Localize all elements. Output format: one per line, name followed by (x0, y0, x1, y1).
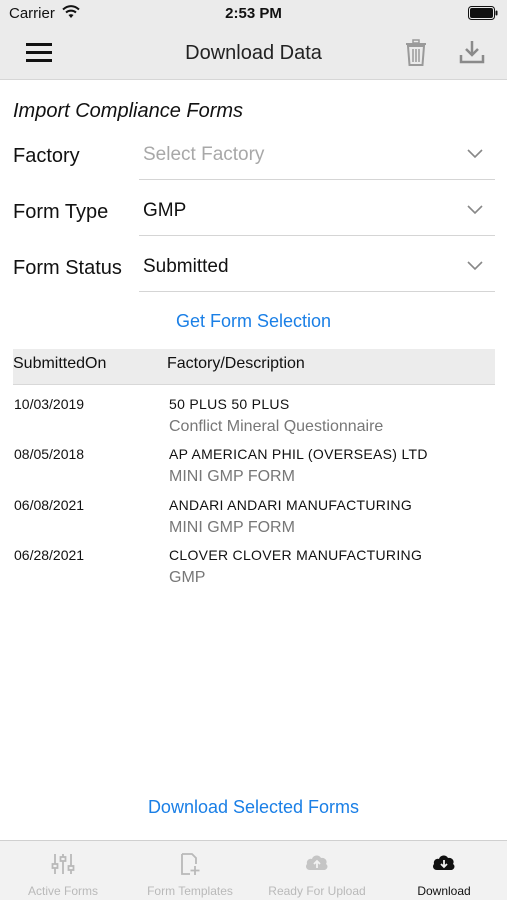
row-factory: ANDARI ANDARI MANUFACTURING (169, 497, 413, 513)
status-bar: Carrier 2:53 PM (0, 0, 507, 26)
tab-form-templates[interactable]: Form Templates (127, 841, 253, 900)
tab-label: Form Templates (147, 884, 233, 898)
clock: 2:53 PM (225, 5, 282, 22)
form-type-field[interactable]: Form Type GMP (0, 194, 507, 244)
tab-download[interactable]: Download (381, 841, 507, 900)
row-submitted-date: 10/03/2019 (14, 396, 85, 412)
row-description: Conflict Mineral Questionnaire (169, 418, 384, 435)
column-header-factory-description: Factory/Description (167, 355, 305, 372)
field-divider (139, 235, 495, 236)
battery-icon (468, 6, 498, 20)
cloud-upload-icon (306, 855, 328, 870)
form-status-select[interactable]: Submitted (143, 256, 229, 278)
table-row[interactable]: 08/05/2018 AP AMERICAN PHIL (OVERSEAS) L… (0, 446, 507, 496)
row-description: GMP (169, 569, 206, 586)
get-form-selection-button[interactable]: Get Form Selection (0, 311, 507, 332)
trash-icon[interactable] (403, 39, 429, 67)
table-row[interactable]: 10/03/2019 50 PLUS 50 PLUS Conflict Mine… (0, 396, 507, 446)
row-submitted-date: 06/28/2021 (14, 547, 85, 563)
row-factory: CLOVER CLOVER MANUFACTURING (169, 547, 423, 563)
tab-label: Ready For Upload (268, 884, 366, 898)
row-factory: 50 PLUS 50 PLUS (169, 396, 290, 412)
tab-ready-for-upload[interactable]: Ready For Upload (254, 841, 380, 900)
factory-field[interactable]: Factory Select Factory (0, 138, 507, 188)
table-header: SubmittedOn Factory/Description (13, 349, 495, 385)
row-description: MINI GMP FORM (169, 519, 295, 536)
sliders-icon (51, 854, 75, 874)
form-type-label: Form Type (13, 201, 109, 223)
row-factory: AP AMERICAN PHIL (OVERSEAS) LTD (169, 446, 428, 462)
table-row[interactable]: 06/08/2021 ANDARI ANDARI MANUFACTURING M… (0, 497, 507, 547)
cloud-download-icon (433, 855, 455, 870)
navigation-bar: Download Data (0, 26, 507, 80)
download-icon[interactable] (458, 38, 486, 66)
download-selected-forms-button[interactable]: Download Selected Forms (0, 797, 507, 818)
row-submitted-date: 06/08/2021 (14, 497, 85, 513)
form-status-label: Form Status (13, 257, 122, 279)
tab-label: Download (417, 884, 471, 898)
tab-bar: Active Forms Form Templates Ready For Up… (0, 840, 507, 900)
tab-active-forms[interactable]: Active Forms (0, 841, 126, 900)
form-status-field[interactable]: Form Status Submitted (0, 250, 507, 300)
tab-label: Active Forms (27, 884, 98, 898)
row-submitted-date: 08/05/2018 (14, 446, 85, 462)
table-row[interactable]: 06/28/2021 CLOVER CLOVER MANUFACTURING G… (0, 547, 507, 597)
factory-select[interactable]: Select Factory (143, 144, 264, 166)
row-description: MINI GMP FORM (169, 468, 295, 485)
factory-label: Factory (13, 145, 80, 167)
chevron-down-icon[interactable] (466, 260, 484, 272)
form-type-select[interactable]: GMP (143, 200, 186, 222)
field-divider (139, 291, 495, 292)
add-document-icon (181, 853, 200, 875)
chevron-down-icon[interactable] (466, 204, 484, 216)
page-title: Download Data (185, 42, 322, 64)
chevron-down-icon[interactable] (466, 148, 484, 160)
section-title: Import Compliance Forms (13, 100, 244, 122)
field-divider (139, 179, 495, 180)
column-header-submitted-on: SubmittedOn (13, 355, 107, 372)
